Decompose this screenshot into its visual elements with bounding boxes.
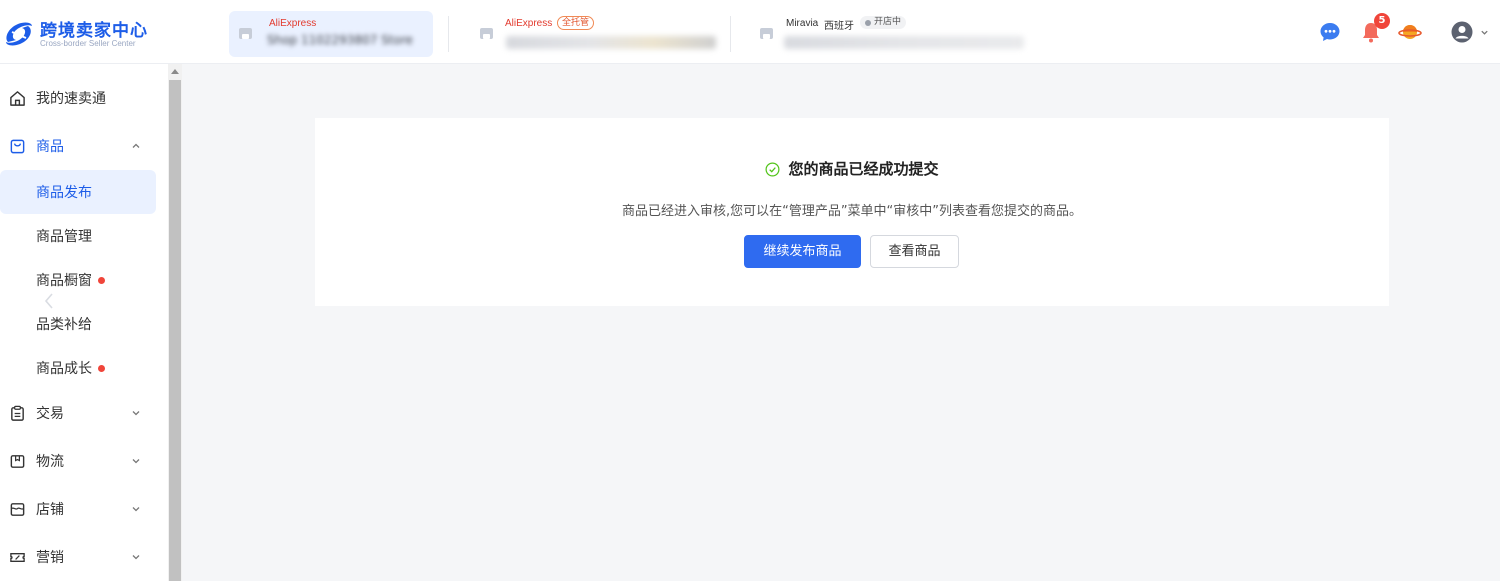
chevron-down-icon <box>132 507 140 512</box>
store-brand: AliExpress <box>269 18 317 29</box>
sidebar-subitem-label: 商品成长 <box>36 361 92 377</box>
divider <box>448 16 449 52</box>
scroll-up-arrow-icon[interactable] <box>171 69 179 74</box>
divider <box>730 16 731 52</box>
store-switch-aliexpress[interactable]: AliExpress Shop 1102293807 Store <box>229 11 433 57</box>
store-icon <box>10 503 25 516</box>
planet-icon[interactable] <box>1398 20 1422 44</box>
store-country: 西班牙 <box>824 21 854 32</box>
result-description: 商品已经进入审核,您可以在“管理产品”菜单中“审核中”列表查看您提交的商品。 <box>621 204 1083 219</box>
sidebar-item-products[interactable]: 商品 <box>0 124 160 168</box>
store-icon <box>239 28 252 39</box>
managed-tag: 全托管 <box>557 16 595 30</box>
sidebar-item-label: 交易 <box>36 406 64 422</box>
sidebar-subitem-label: 商品发布 <box>36 185 92 201</box>
view-products-button[interactable]: 查看商品 <box>870 235 959 268</box>
user-avatar-icon[interactable] <box>1450 20 1474 44</box>
sidebar-subitem-label: 商品橱窗 <box>36 273 92 289</box>
top-header: 跨境卖家中心 Cross-border Seller Center AliExp… <box>0 0 1500 64</box>
ticket-icon <box>10 553 25 562</box>
sidebar-subitem-label: 商品管理 <box>36 229 92 245</box>
chevron-down-icon <box>132 459 140 464</box>
store-switch-aliexpress-managed[interactable]: AliExpress 全托管 <box>470 11 720 57</box>
sidebar-scrollbar[interactable] <box>168 64 182 581</box>
sidebar-subitem-manage[interactable]: 商品管理 <box>0 214 156 258</box>
logo-title: 跨境卖家中心 <box>40 21 148 41</box>
sidebar-item-label: 商品 <box>36 139 64 155</box>
sidebar-item-store[interactable]: 店铺 <box>0 487 160 531</box>
store-icon <box>480 28 493 39</box>
chat-icon[interactable] <box>1318 20 1342 44</box>
sidebar-subitem-publish[interactable]: 商品发布 <box>0 170 156 214</box>
logo-subtitle: Cross-border Seller Center <box>40 39 136 48</box>
sidebar-subitem-showcase[interactable]: 商品橱窗 <box>0 258 156 302</box>
sidebar: 我的速卖通 商品 商品发布 商品管理 商品橱窗 品类补给 商品成长 交易 物流 … <box>0 64 168 581</box>
store-icon <box>760 28 773 39</box>
sidebar-item-label: 我的速卖通 <box>36 91 106 107</box>
sidebar-item-label: 营销 <box>36 550 64 566</box>
sidebar-subitem-category-supply[interactable]: 品类补给 <box>0 302 156 346</box>
chevron-down-icon <box>132 555 140 560</box>
store-brand: AliExpress <box>505 18 553 29</box>
sidebar-subitem-growth[interactable]: 商品成长 <box>0 346 156 390</box>
chevron-down-icon[interactable] <box>1480 28 1489 37</box>
new-dot <box>98 277 105 284</box>
box-icon <box>10 455 25 468</box>
sidebar-item-marketing[interactable]: 营销 <box>0 535 160 579</box>
result-title: 您的商品已经成功提交 <box>315 158 1389 179</box>
sidebar-item-logistics[interactable]: 物流 <box>0 439 160 483</box>
sidebar-item-trade[interactable]: 交易 <box>0 391 160 435</box>
chevron-left-icon[interactable] <box>42 292 56 310</box>
notification-badge: 5 <box>1374 13 1390 29</box>
logo-icon <box>6 22 33 46</box>
chevron-up-icon <box>132 143 140 148</box>
home-icon <box>10 91 25 106</box>
submit-result-card: 您的商品已经成功提交 商品已经进入审核,您可以在“管理产品”菜单中“审核中”列表… <box>315 118 1389 306</box>
shopping-bag-icon <box>10 139 25 154</box>
new-dot <box>98 365 105 372</box>
chevron-down-icon <box>132 411 140 416</box>
continue-publish-button[interactable]: 继续发布商品 <box>744 235 861 268</box>
sidebar-subitem-label: 品类补给 <box>36 317 92 333</box>
store-name-redacted <box>784 36 1024 49</box>
check-circle-icon <box>765 162 780 177</box>
store-brand: Miravia <box>786 18 819 29</box>
store-switch-miravia[interactable]: Miravia 西班牙 开店中 <box>750 11 1030 57</box>
logo[interactable]: 跨境卖家中心 Cross-border Seller Center <box>0 14 170 50</box>
store-status-badge: 开店中 <box>860 16 907 29</box>
store-name-redacted <box>506 36 716 49</box>
scrollbar-thumb[interactable] <box>169 80 181 581</box>
store-name: Shop 1102293807 Store <box>267 33 413 47</box>
sidebar-item-label: 物流 <box>36 454 64 470</box>
sidebar-item-home[interactable]: 我的速卖通 <box>0 76 160 120</box>
sidebar-item-label: 店铺 <box>36 502 64 518</box>
result-title-text: 您的商品已经成功提交 <box>788 160 939 178</box>
clipboard-icon <box>11 405 24 421</box>
